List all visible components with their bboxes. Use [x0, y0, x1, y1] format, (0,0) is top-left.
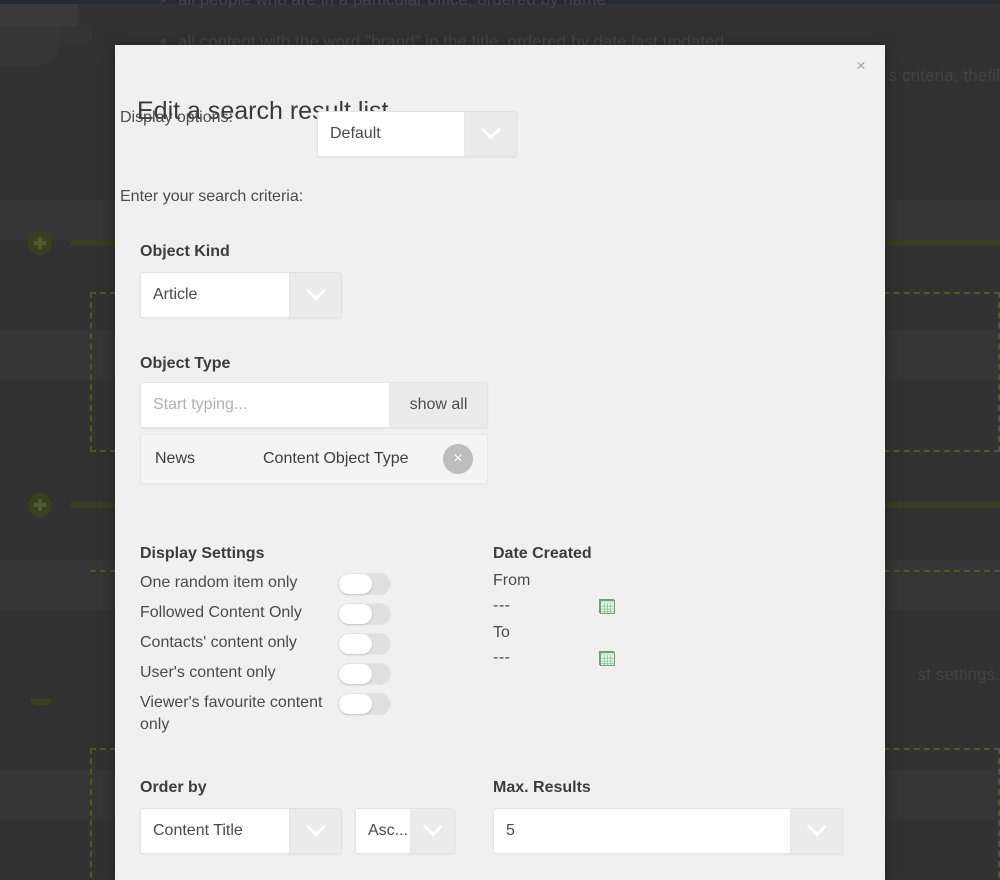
toggle-one-random-item-only[interactable] — [338, 573, 391, 595]
setting-label: User's content only — [140, 664, 276, 681]
order-by-label: Order by — [140, 779, 207, 796]
display-options-label: Display options: — [120, 109, 233, 126]
close-icon[interactable]: × — [849, 53, 873, 77]
chevron-down-icon — [289, 809, 341, 853]
background-bullet-item: all people who are in a particular offic… — [178, 0, 724, 10]
background-text-right-2: st settings. — [917, 665, 1000, 684]
calendar-icon[interactable] — [599, 651, 615, 666]
show-all-button[interactable]: show all — [389, 383, 487, 427]
setting-label: One random item only — [140, 574, 298, 591]
add-section-icon[interactable] — [28, 231, 52, 255]
setting-row-one-random-item-only: One random item only — [140, 572, 440, 595]
search-criteria-label: Enter your search criteria: — [120, 188, 304, 205]
chevron-down-icon — [289, 273, 341, 317]
page-root: all people who are in a particular offic… — [0, 0, 1000, 880]
selected-object-type-name: News — [155, 450, 196, 467]
date-to-row: --- — [493, 649, 723, 667]
setting-label: Contacts' content only — [140, 634, 297, 651]
date-from-row: --- — [493, 597, 723, 615]
selected-object-type-kind: Content Object Type — [263, 450, 409, 467]
add-section-icon[interactable] — [28, 493, 52, 517]
toggle-followed-content-only[interactable] — [338, 603, 391, 625]
max-results-label: Max. Results — [493, 779, 591, 796]
date-created-block: From --- To --- — [493, 572, 723, 676]
display-options-value: Default — [330, 125, 381, 142]
setting-row-viewers-favourite-content-only: Viewer's favourite content only — [140, 692, 440, 736]
date-created-label: Date Created — [493, 545, 592, 562]
selected-object-type-row: News Content Object Type × — [140, 434, 488, 484]
order-by-direction-select[interactable]: Asc... — [355, 808, 455, 854]
object-kind-value: Article — [153, 286, 198, 303]
background-text-right-1: s criteria, thefil — [888, 66, 1000, 85]
background-panel-top-left-rounded — [0, 26, 60, 66]
object-type-typeahead: show all — [140, 382, 488, 428]
object-kind-select[interactable]: Article — [140, 272, 342, 318]
date-to-value: --- — [493, 649, 511, 666]
remove-object-type-icon[interactable]: × — [443, 444, 473, 474]
collapse-section-icon[interactable] — [30, 699, 52, 705]
date-from-value: --- — [493, 597, 511, 614]
setting-label: Followed Content Only — [140, 604, 302, 621]
chevron-down-icon — [790, 809, 842, 853]
display-options-select[interactable]: Default — [317, 111, 517, 157]
background-panel-top-left — [0, 4, 78, 26]
toggle-users-content-only[interactable] — [338, 663, 391, 685]
date-to-label: To — [493, 624, 510, 641]
chevron-down-icon — [464, 112, 516, 156]
display-settings-label: Display Settings — [140, 545, 265, 562]
display-settings-list: One random item only Followed Content On… — [140, 572, 440, 743]
toggle-contacts-content-only[interactable] — [338, 633, 391, 655]
setting-row-followed-content-only: Followed Content Only — [140, 602, 440, 625]
object-type-input[interactable] — [141, 383, 389, 427]
max-results-select[interactable]: 5 — [493, 808, 843, 854]
max-results-value: 5 — [506, 822, 515, 839]
edit-search-result-list-dialog: × Edit a search result list Display opti… — [115, 45, 885, 880]
order-by-field-select[interactable]: Content Title — [140, 808, 342, 854]
setting-label: Viewer's favourite content only — [140, 694, 323, 733]
toggle-viewers-favourite-content-only[interactable] — [338, 693, 391, 715]
object-type-label: Object Type — [140, 355, 231, 372]
chevron-down-icon — [410, 809, 454, 853]
order-by-direction-value: Asc... — [368, 822, 409, 839]
setting-row-contacts-content-only: Contacts' content only — [140, 632, 440, 655]
object-kind-label: Object Kind — [140, 243, 230, 260]
order-by-field-value: Content Title — [153, 822, 243, 839]
date-from-label: From — [493, 572, 531, 589]
calendar-icon[interactable] — [599, 599, 615, 614]
setting-row-users-content-only: User's content only — [140, 662, 440, 685]
